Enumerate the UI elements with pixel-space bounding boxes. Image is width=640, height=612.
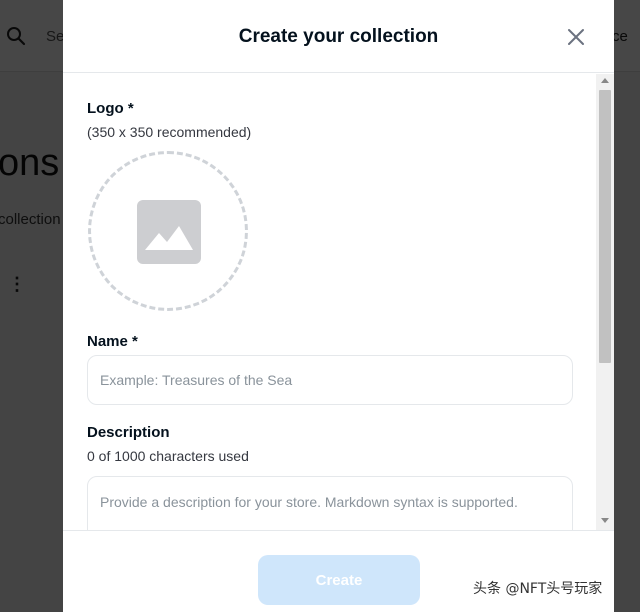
modal-footer: Create xyxy=(63,530,614,612)
create-button[interactable]: Create xyxy=(258,555,420,605)
name-label: Name * xyxy=(87,333,138,350)
modal-scrollbar[interactable] xyxy=(596,74,614,530)
scroll-down-arrow-icon[interactable] xyxy=(601,518,609,523)
watermark: 头条 @NFT头号玩家 xyxy=(473,581,603,597)
close-icon[interactable] xyxy=(565,26,587,48)
description-label: Description xyxy=(87,424,170,441)
modal-title: Create your collection xyxy=(238,26,439,47)
logo-hint: (350 x 350 recommended) xyxy=(87,124,252,140)
description-textarea[interactable] xyxy=(87,476,573,530)
modal-header: Create your collection xyxy=(63,0,614,73)
logo-label: Logo * xyxy=(87,100,134,117)
description-counter: 0 of 1000 characters used xyxy=(87,448,249,464)
logo-upload-dropzone[interactable] xyxy=(88,151,248,311)
create-collection-modal: Create your collection Logo * (350 x 350… xyxy=(63,0,614,612)
name-input[interactable] xyxy=(87,355,573,405)
modal-body[interactable]: Logo * (350 x 350 recommended) Name * De… xyxy=(63,74,614,530)
scrollbar-thumb[interactable] xyxy=(599,90,611,363)
image-icon xyxy=(137,200,201,264)
scroll-up-arrow-icon[interactable] xyxy=(601,78,609,83)
